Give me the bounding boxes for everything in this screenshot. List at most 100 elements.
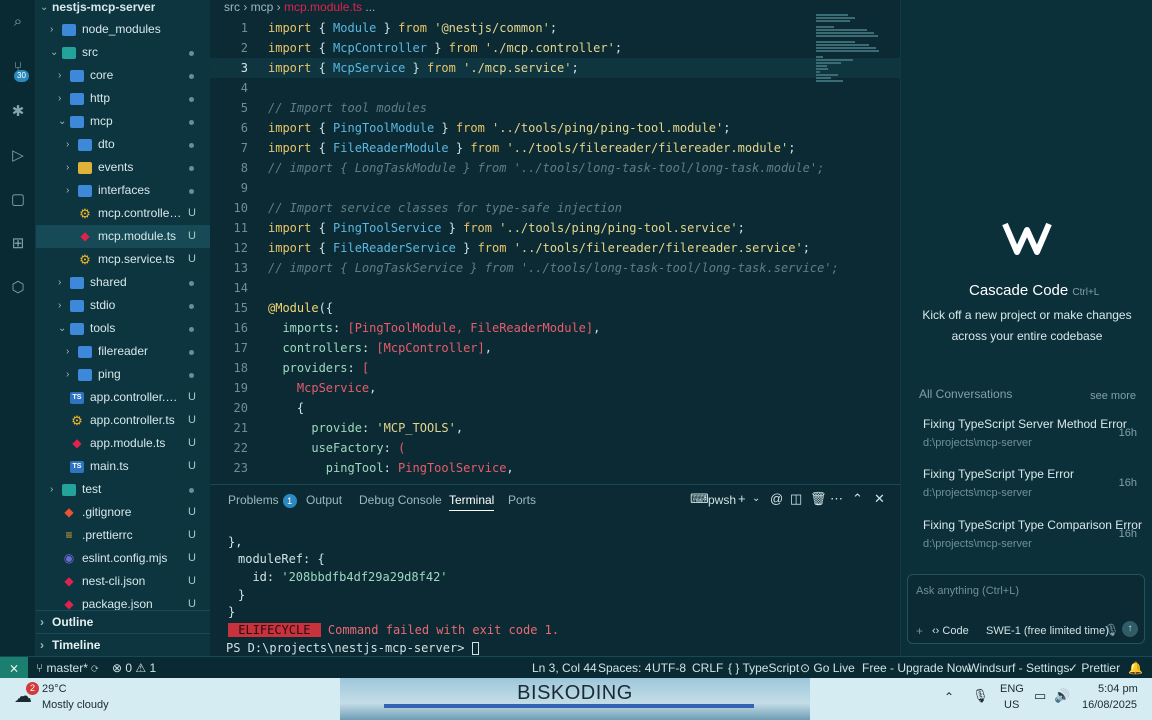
tree-item[interactable]: › node_modules <box>36 18 210 41</box>
package-icon[interactable]: ⬡ <box>8 278 28 298</box>
model-selector[interactable]: SWE-1 (free limited time) <box>986 625 1109 637</box>
tree-item[interactable]: › dto <box>36 133 210 156</box>
line-number: 6 <box>240 121 248 135</box>
code-line: 12 import { FileReaderService } from '../… <box>210 238 900 258</box>
folder-icon <box>70 277 84 289</box>
tree-item[interactable]: ⌄ tools <box>36 317 210 340</box>
extensions-icon[interactable]: ⊞ <box>8 234 28 254</box>
tree-item[interactable]: › http <box>36 87 210 110</box>
tree-item[interactable]: ◆ mcp.module.ts U <box>36 225 210 248</box>
tree-item[interactable]: › ping <box>36 363 210 386</box>
code-editor[interactable]: 1 import { Module } from '@nestjs/common'… <box>210 14 900 484</box>
problems-indicator[interactable]: ⊗ 0 ⚠ 1 <box>112 661 156 675</box>
more-icon[interactable]: ⋯ <box>830 491 843 507</box>
tab-problems[interactable]: Problems 1 <box>228 493 297 508</box>
branch-indicator[interactable]: ⑂ master* ⟳ <box>36 661 98 675</box>
tree-item[interactable]: TS main.ts U <box>36 455 210 478</box>
tab-debug-console[interactable]: Debug Console <box>359 493 442 507</box>
microphone-icon[interactable]: 🎙 <box>1104 623 1119 637</box>
add-context-icon[interactable]: + <box>916 624 923 638</box>
tree-item[interactable]: ⌄ mcp <box>36 110 210 133</box>
add-terminal-icon[interactable]: + <box>738 491 746 506</box>
network-icon[interactable]: ▭ <box>1034 688 1046 704</box>
terminal-line: id: '208bbdfb4df29a29d8f42' <box>238 570 448 584</box>
chat-input[interactable]: Ask anything (Ctrl+L) <box>916 585 1019 597</box>
tab-output[interactable]: Output <box>306 493 342 507</box>
code-line: 6 import { PingToolModule } from '../tool… <box>210 118 900 138</box>
code-text: McpService, <box>296 381 377 395</box>
windsurf-settings[interactable]: Windsurf - Settings <box>968 661 1069 675</box>
line-ending[interactable]: CRLF <box>692 661 723 675</box>
tree-item[interactable]: ⚙ app.controller.ts U <box>36 409 210 432</box>
tree-item[interactable]: ◉ eslint.config.mjs U <box>36 547 210 570</box>
tree-item[interactable]: › interfaces <box>36 179 210 202</box>
tree-item[interactable]: › stdio <box>36 294 210 317</box>
outline-section[interactable]: › Outline <box>36 610 210 633</box>
shell-name[interactable]: pwsh <box>708 493 736 507</box>
breadcrumb-item[interactable]: src <box>224 0 240 14</box>
copilot-icon[interactable]: @ <box>770 491 783 506</box>
tree-item[interactable]: ◆ nest-cli.json U <box>36 570 210 593</box>
volume-icon[interactable]: 🔊 <box>1054 688 1070 704</box>
minimap-line <box>816 62 841 64</box>
chat-input-box[interactable]: Ask anything (Ctrl+L) + ‹› Code SWE-1 (f… <box>907 574 1145 644</box>
conversation-item[interactable]: Fixing TypeScript Type Error d:\projects… <box>901 467 1152 513</box>
notifications-icon[interactable]: 🔔 <box>1128 661 1143 675</box>
tree-item[interactable]: ⌄ src <box>36 41 210 64</box>
mode-selector[interactable]: ‹› Code <box>932 625 969 637</box>
tree-item[interactable]: › filereader <box>36 340 210 363</box>
tree-item[interactable]: ◆ app.module.ts U <box>36 432 210 455</box>
encoding[interactable]: UTF-8 <box>652 661 686 675</box>
tree-item-label: tools <box>90 321 116 335</box>
microphone-icon[interactable]: 🎙 <box>972 688 989 704</box>
tree-item[interactable]: › core <box>36 64 210 87</box>
explorer-root[interactable]: ⌄ nestjs-mcp-server <box>36 0 210 19</box>
clock-time[interactable]: 5:04 pm <box>1098 683 1138 695</box>
tree-item-label: node_modules <box>82 22 161 36</box>
tree-item[interactable]: › test <box>36 478 210 501</box>
prettier-status[interactable]: ✓ Prettier <box>1068 661 1120 675</box>
tree-item[interactable]: › shared <box>36 271 210 294</box>
see-more-link[interactable]: see more <box>1090 390 1136 402</box>
trash-icon[interactable]: 🗑 <box>810 491 827 507</box>
timeline-section[interactable]: › Timeline <box>36 633 210 656</box>
code-text: import { FileReaderModule } from '../too… <box>268 141 796 155</box>
maximize-panel-icon[interactable]: ⌃ <box>852 491 863 507</box>
tree-item[interactable]: ≡ .prettierrc U <box>36 524 210 547</box>
tree-item[interactable]: TS app.controller.spe... U <box>36 386 210 409</box>
terminal-prompt[interactable]: PS D:\projects\nestjs-mcp-server> <box>226 639 479 657</box>
git-status: U <box>188 230 196 242</box>
gear-icon: ⚙ <box>79 252 91 267</box>
run-icon[interactable]: ▷ <box>8 146 28 166</box>
upgrade-link[interactable]: Free - Upgrade Now <box>862 661 971 675</box>
breadcrumb-item[interactable]: mcp <box>251 0 274 14</box>
conversation-item[interactable]: Fixing TypeScript Server Method Error d:… <box>901 417 1152 463</box>
breadcrumb-item[interactable]: ... <box>365 0 375 14</box>
cursor-position[interactable]: Ln 3, Col 44 <box>532 661 597 675</box>
tab-ports[interactable]: Ports <box>508 493 536 507</box>
close-panel-icon[interactable]: ✕ <box>874 491 885 507</box>
line-number: 20 <box>233 401 248 415</box>
clock-date: 16/08/2025 <box>1082 699 1138 711</box>
tree-item[interactable]: ◆ .gitignore U <box>36 501 210 524</box>
tab-terminal[interactable]: Terminal <box>449 493 495 511</box>
tree-item[interactable]: ⚙ mcp.controller.ts U <box>36 202 210 225</box>
minimap-line <box>816 74 838 76</box>
tree-item[interactable]: ⚙ mcp.service.ts U <box>36 248 210 271</box>
minimap[interactable] <box>816 14 894 94</box>
search-icon[interactable]: ⌕ <box>8 12 28 32</box>
split-terminal-icon[interactable]: ◫ <box>790 491 802 507</box>
go-live-button[interactable]: ⊙ Go Live <box>800 661 855 675</box>
breadcrumb-item[interactable]: mcp.module.ts <box>284 0 362 14</box>
language-indicator[interactable]: ENG <box>1000 683 1024 695</box>
send-icon[interactable]: ↑ <box>1122 621 1138 637</box>
indentation[interactable]: Spaces: 4 <box>598 661 651 675</box>
debug-icon[interactable]: ✱ <box>8 102 28 122</box>
tree-item[interactable]: › events <box>36 156 210 179</box>
conversation-item[interactable]: Fixing TypeScript Type Comparison Error … <box>901 518 1152 564</box>
chevron-down-icon[interactable]: ⌄ <box>752 493 760 504</box>
remote-explorer-icon[interactable]: ▢ <box>8 190 28 210</box>
tray-chevron-icon[interactable]: ⌃ <box>944 690 954 704</box>
remote-indicator-icon[interactable]: ⨯ <box>0 657 28 679</box>
language-mode[interactable]: { } TypeScript <box>728 661 799 675</box>
